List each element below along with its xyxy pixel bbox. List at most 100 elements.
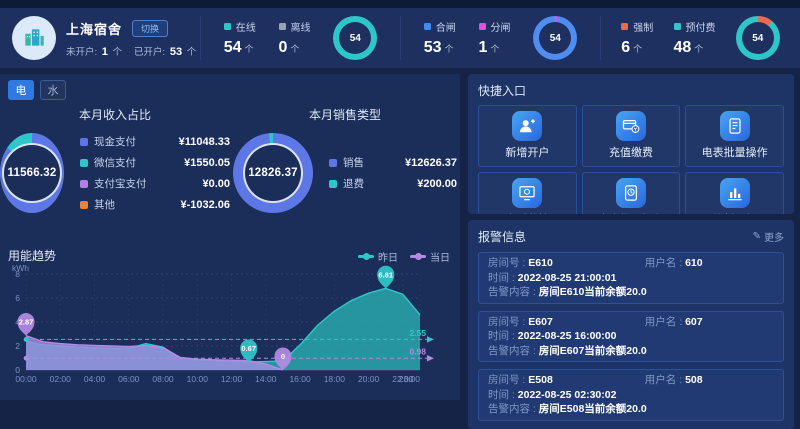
svg-text:23:00: 23:00 [399,374,421,384]
tab-electric[interactable]: 电 [8,80,34,100]
quick-entry-label: 实时监控 [479,211,576,214]
income-chart-title: 本月收入占比 [78,108,151,122]
monitor-icon [512,178,543,208]
donut-center-value: 54 [339,22,372,54]
svg-text:04:00: 04:00 [84,374,106,384]
alarm-card[interactable]: 房间号 : E508 用户名 : 508 时间 : 2022-08-25 02:30… [478,369,784,421]
svg-text:02:00: 02:00 [50,374,72,384]
legend-square-icon [278,23,286,30]
quick-entry-button[interactable]: 电表批量操作 [685,105,784,167]
donut-chart: 11566.32 [0,133,64,213]
legend-label: 支付宝支付 [94,178,147,190]
quick-entry-title: 快捷入口 [478,84,527,98]
svg-text:10:00: 10:00 [187,374,209,384]
energy-trend-block: 用能趋势 昨日当日 0246800:0002:0004:0006:0008:00… [0,244,460,399]
income-chart-block: 本月收入占比 11566.32 现金支付 ¥11048.33 微信支付 ¥1550.05… [0,102,230,242]
header-stat-group: 在线 54 个 离线 0 个 54 [200,16,400,60]
svg-text:0: 0 [281,352,285,361]
header-stat-label: 强制 [621,19,653,34]
header-stat: 强制 6 个 [621,19,653,57]
sales-chart-block: 本月销售类型 12826.37 销售 ¥12626.37 退费 ¥200.00 [230,102,460,242]
legend-square-icon [478,23,486,30]
quick-entry-label: 能耗分析 [686,211,783,214]
legend-line-icon [358,253,374,260]
donut-center-value: 12826.37 [243,143,303,203]
alarm-card[interactable]: 房间号 : E610 用户名 : 610 时间 : 2022-08-25 21:00… [478,252,784,304]
header-stat-value: 0个 [278,39,300,56]
legend-item: 支付宝支付 ¥0.00 [80,176,230,191]
legend-item: 微信支付 ¥1550.05 [80,155,230,170]
legend-value: ¥1550.05 [184,156,230,169]
right-column: 快捷入口 新增开户 充值缴费 电表批量操作实时监控 水表批量操作 能耗分析 报警信息 ✎… [468,74,794,429]
alarm-panel: 报警信息 ✎ 更多 房间号 : E610 用户名 : 610 时间 : 2022-0… [468,220,794,429]
quick-entry-button[interactable]: 水表批量操作 [581,172,681,214]
window-top-strip [0,0,800,8]
legend-square-icon [80,200,88,209]
header-stat: 预付费 48 个 [673,19,716,57]
svg-text:2: 2 [15,341,20,351]
energy-trend-chart[interactable]: 0246800:0002:0004:0006:0008:0010:0012:00… [0,263,446,396]
legend-label: 销售 [343,157,364,169]
legend-item: 退费 ¥200.00 [329,176,457,191]
income-donut-chart: 11566.32 现金支付 ¥11048.33 微信支付 ¥1550.05 支付宝支付 ¥0… [0,133,230,213]
svg-text:20:00: 20:00 [358,374,380,384]
quick-entry-button[interactable]: 能耗分析 [685,172,784,214]
org-substat: 已开户: 53 个 [134,45,197,58]
donut-legend: 销售 ¥12626.37 退费 ¥200.00 [329,155,457,191]
header-stat-value: 1个 [478,39,500,56]
org-substats: 未开户: 1 个已开户: 53 个 [66,44,196,58]
quick-entry-button[interactable]: 实时监控 [478,172,577,214]
header-stat-label: 离线 [278,19,311,34]
legend-square-icon [223,23,231,30]
svg-text:00:00: 00:00 [15,374,37,384]
donut-chart: 54 [735,16,780,60]
donut-chart: 54 [533,16,578,60]
quick-entry-label: 充值缴费 [608,147,653,159]
header-stat-label: 合闸 [423,19,456,34]
trend-legend-item[interactable]: 昨日 [358,249,398,264]
trend-legend-item[interactable]: 当日 [410,249,450,264]
sales-donut-chart: 12826.37 销售 ¥12626.37 退费 ¥200.00 [230,133,460,213]
alarm-list: 房间号 : E610 用户名 : 610 时间 : 2022-08-25 21:00… [478,252,784,421]
donut-legend: 现金支付 ¥11048.33 微信支付 ¥1550.05 支付宝支付 ¥0.00 其他 ¥-1… [80,134,230,212]
header-stat-value: 6个 [621,39,643,56]
alarm-card[interactable]: 房间号 : E607 用户名 : 607 时间 : 2022-08-25 16:00… [478,310,784,362]
trend-title: 用能趋势 [8,249,57,263]
header-stat: 离线 0 个 [278,19,311,57]
legend-value: ¥-1032.06 [180,198,230,211]
org-substat: 未开户: 1 个 [66,45,123,58]
sales-chart-title: 本月销售类型 [308,108,381,122]
left-dashboard-panel: 电水 本月收入占比 11566.32 现金支付 ¥11048.33 微信支付 ¥1550… [0,74,460,400]
svg-text:0.98: 0.98 [409,347,426,357]
header-stat-value: 48 个 [673,39,704,56]
svg-text:2.55: 2.55 [409,328,426,338]
more-link[interactable]: ✎ 更多 [753,229,784,244]
legend-item: 其他 ¥-1032.06 [80,197,230,212]
legend-line-icon [410,253,426,260]
avatar [12,16,56,60]
legend-value: ¥200.00 [417,177,457,190]
utility-tabs: 电水 [8,80,460,100]
header-stat-group: 合闸 53 个 分闸 1 个 54 [400,16,600,60]
legend-square-icon [329,179,337,188]
tab-water[interactable]: 水 [40,80,66,100]
donut-center-value: 54 [539,22,572,54]
legend-square-icon [80,137,88,146]
quick-entry-grid: 新增开户 充值缴费 电表批量操作实时监控 水表批量操作 能耗分析 [478,105,784,214]
svg-text:16:00: 16:00 [289,374,311,384]
donut-charts-row: 本月收入占比 11566.32 现金支付 ¥11048.33 微信支付 ¥1550.05… [0,102,460,242]
donut-chart: 54 [333,16,378,60]
legend-value: ¥12626.37 [405,156,457,169]
legend-square-icon [423,23,431,30]
svg-text:06:00: 06:00 [118,374,140,384]
switch-org-button[interactable]: 切换 [132,19,169,37]
legend-label: 现金支付 [94,136,136,148]
header-stat-label: 在线 [223,19,256,34]
quick-entry-button[interactable]: 新增开户 [478,105,577,167]
svg-text:08:00: 08:00 [152,374,174,384]
legend-label: 退费 [343,178,364,190]
svg-text:12:00: 12:00 [221,374,243,384]
quick-entry-panel: 快捷入口 新增开户 充值缴费 电表批量操作实时监控 水表批量操作 能耗分析 [468,74,794,214]
quick-entry-button[interactable]: 充值缴费 [581,105,681,167]
more-icon: ✎ [752,231,761,242]
